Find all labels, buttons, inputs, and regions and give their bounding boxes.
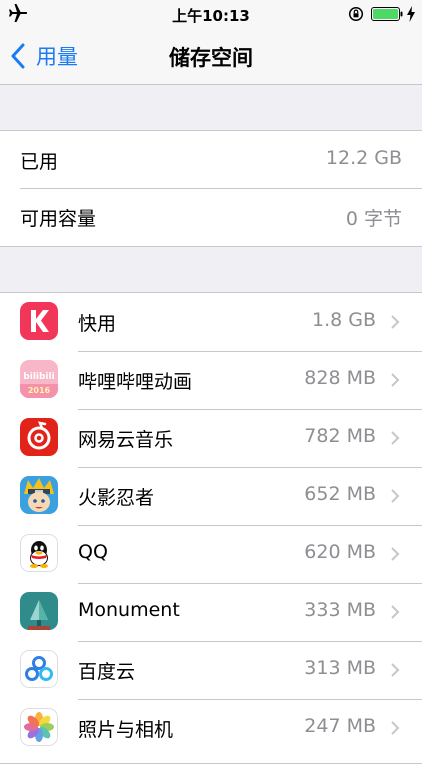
chevron-right-icon (391, 721, 400, 735)
app-size: 1.8 GB (311, 309, 376, 331)
app-row-monument[interactable]: Monument 333 MB (0, 583, 422, 641)
status-bar: 上午10:13 (0, 0, 422, 28)
navigation-bar: 用量 储存空间 (0, 28, 422, 85)
used-value: 12.2 GB (325, 147, 402, 169)
app-storage-list: 快用 1.8 GB bilibili 2016 哔哩哔哩动画 828 MB 网易… (0, 292, 422, 764)
app-size: 247 MB (304, 715, 376, 737)
app-name: QQ (78, 541, 108, 563)
bilibili-app-icon: bilibili 2016 (20, 360, 58, 398)
baidu-cloud-app-icon (20, 650, 58, 688)
app-name: 火影忍者 (78, 487, 155, 509)
chevron-right-icon (391, 663, 400, 677)
photos-app-icon (20, 708, 58, 746)
app-size: 652 MB (304, 483, 376, 505)
chevron-right-icon (391, 315, 400, 329)
page-title: 储存空间 (169, 46, 253, 70)
chevron-right-icon (391, 431, 400, 445)
app-size: 620 MB (304, 541, 376, 563)
chevron-right-icon (391, 489, 400, 503)
app-name: 百度云 (78, 661, 136, 683)
qq-app-icon (20, 534, 58, 572)
monument-app-icon (20, 592, 58, 630)
app-size: 313 MB (304, 657, 376, 679)
available-row: 可用容量 0 字节 (0, 188, 422, 245)
kuaiyong-app-icon (20, 302, 58, 340)
netease-music-app-icon (20, 418, 58, 456)
app-row-bilibili[interactable]: bilibili 2016 哔哩哔哩动画 828 MB (0, 351, 422, 409)
available-label: 可用容量 (20, 208, 97, 230)
app-name: 快用 (78, 313, 117, 335)
app-row-netease-music[interactable]: 网易云音乐 782 MB (0, 409, 422, 467)
app-name: Monument (78, 599, 180, 621)
app-row-baidu-cloud[interactable]: 百度云 313 MB (0, 641, 422, 699)
rotation-lock-icon (348, 6, 364, 22)
app-row-kuaiyong[interactable]: 快用 1.8 GB (0, 293, 422, 351)
app-name: 照片与相机 (78, 719, 174, 741)
used-label: 已用 (20, 151, 59, 173)
app-size: 828 MB (304, 367, 376, 389)
svg-text:2016: 2016 (28, 386, 51, 395)
usage-summary-group: 已用 12.2 GB 可用容量 0 字节 (0, 130, 422, 247)
app-size: 333 MB (304, 599, 376, 621)
app-row-photos[interactable]: 照片与相机 247 MB (0, 699, 422, 757)
chevron-right-icon (391, 605, 400, 619)
app-row-qq[interactable]: QQ 620 MB (0, 525, 422, 583)
app-size: 782 MB (304, 425, 376, 447)
chevron-right-icon (391, 373, 400, 387)
available-value: 0 字节 (345, 208, 402, 230)
naruto-app-icon (20, 476, 58, 514)
used-row: 已用 12.2 GB (0, 131, 422, 188)
charging-bolt-icon (407, 6, 415, 22)
battery-icon (371, 7, 403, 21)
svg-text:bilibili: bilibili (23, 372, 54, 382)
app-row-naruto[interactable]: 火影忍者 652 MB (0, 467, 422, 525)
app-name: 网易云音乐 (78, 429, 174, 451)
app-name: 哔哩哔哩动画 (78, 371, 193, 393)
chevron-right-icon (391, 547, 400, 561)
